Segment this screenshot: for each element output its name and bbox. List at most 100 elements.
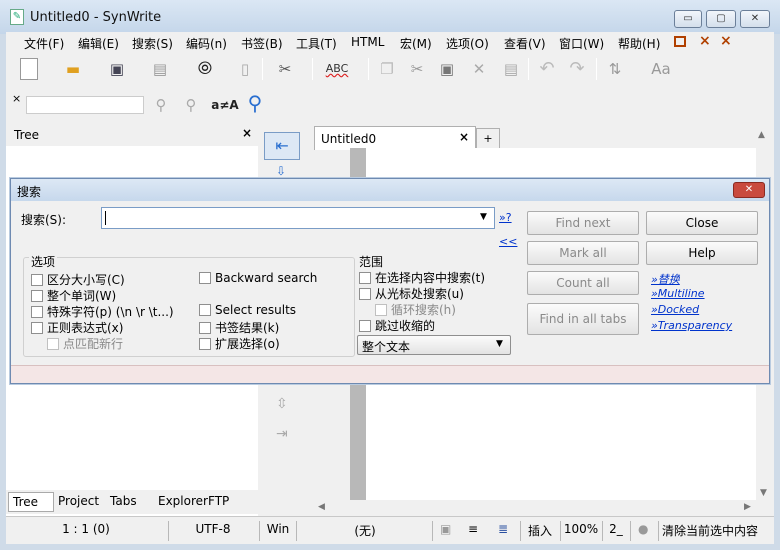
menu-file[interactable]: 文件(F) bbox=[24, 35, 64, 52]
status-encoding[interactable]: UTF-8 bbox=[178, 522, 248, 536]
lock-icon[interactable]: ▣ bbox=[440, 522, 451, 536]
menu-macros[interactable]: 宏(M) bbox=[400, 35, 432, 52]
spellcheck-icon[interactable]: ABC bbox=[320, 58, 354, 80]
menu-options[interactable]: 选项(O) bbox=[446, 35, 489, 52]
menu-encoding[interactable]: 编码(n) bbox=[186, 35, 227, 52]
find-prev-icon[interactable]: ⚲ bbox=[180, 94, 202, 116]
undo-icon[interactable]: ↶ bbox=[536, 58, 558, 80]
menu-help[interactable]: 帮助(H) bbox=[618, 35, 660, 52]
close-doc-icon[interactable]: × bbox=[699, 33, 711, 49]
bookmark-results-checkbox[interactable]: 书签结果(k) bbox=[199, 319, 279, 336]
select-results-checkbox[interactable]: Select results bbox=[199, 303, 296, 317]
extend-selection-checkbox[interactable]: 扩展选择(o) bbox=[199, 335, 280, 352]
editor-tab[interactable]: Untitled0 × bbox=[314, 126, 476, 150]
count-all-button[interactable]: Count all bbox=[527, 271, 639, 295]
side-panel-toggle-icon[interactable]: ⇤ bbox=[264, 132, 300, 160]
wrap-search-checkbox[interactable]: 循环搜索(h) bbox=[375, 301, 456, 318]
select-all-icon[interactable]: ▤ bbox=[500, 58, 522, 80]
open-folder-icon[interactable]: ▬ bbox=[62, 58, 84, 80]
close-button[interactable]: Close bbox=[646, 211, 758, 235]
status-separator bbox=[168, 521, 169, 541]
copy-icon[interactable]: ❐ bbox=[376, 58, 398, 80]
paste-icon[interactable]: ▣ bbox=[436, 58, 458, 80]
status-syntax[interactable]: (无) bbox=[302, 522, 428, 539]
menu-tools[interactable]: 工具(T) bbox=[296, 35, 337, 52]
tab-tree[interactable]: Tree bbox=[8, 492, 54, 512]
find-next-button[interactable]: Find next bbox=[527, 211, 639, 235]
redo-icon[interactable]: ↷ bbox=[566, 58, 588, 80]
quick-search-input[interactable] bbox=[26, 96, 144, 114]
tab-project[interactable]: Project bbox=[58, 494, 99, 508]
minimize-button[interactable]: ▭ bbox=[674, 10, 702, 28]
search-combo[interactable]: ▼ bbox=[101, 207, 495, 229]
tab-explorer[interactable]: Explorer bbox=[158, 494, 208, 508]
menu-bookmarks[interactable]: 书签(B) bbox=[241, 35, 283, 52]
skip-collapsed-checkbox[interactable]: 跳过收缩的 bbox=[359, 317, 435, 334]
tree-panel-close-icon[interactable]: × bbox=[242, 126, 252, 140]
indent-icon[interactable]: ⇥ bbox=[276, 426, 288, 442]
backward-search-checkbox[interactable]: Backward search bbox=[199, 271, 317, 285]
special-chars-checkbox[interactable]: 特殊字符(p) (\n \r \t...) bbox=[31, 303, 174, 320]
help-button[interactable]: Help bbox=[646, 241, 758, 265]
menu-search[interactable]: 搜索(S) bbox=[132, 35, 173, 52]
toolbar: ▬ ▣ ▤ ⦾ ▯ ✂ ABC ❐ ✂ ▣ ✕ ▤ ↶ ↷ ⇅ Aa × ⚲ ⚲… bbox=[6, 54, 774, 124]
scroll-right-icon[interactable]: ▶ bbox=[744, 502, 751, 512]
search-combo-arrow-icon[interactable]: ▼ bbox=[480, 212, 487, 222]
maximize-button[interactable]: ▢ bbox=[706, 10, 736, 28]
docked-link[interactable]: »Docked bbox=[651, 303, 699, 316]
match-case-icon[interactable]: a≠A bbox=[210, 94, 240, 116]
search-icon[interactable]: ⚲ bbox=[244, 92, 266, 114]
new-file-icon[interactable] bbox=[20, 58, 38, 80]
tab-ftp[interactable]: FTP bbox=[208, 494, 229, 508]
status-zoom[interactable]: 100% bbox=[562, 522, 600, 536]
menu-edit[interactable]: 编辑(E) bbox=[78, 35, 119, 52]
scope-select-value: 整个文本 bbox=[362, 340, 411, 354]
binoculars-icon[interactable]: ⦾ bbox=[194, 58, 216, 80]
scroll-down-icon[interactable]: ▼ bbox=[760, 488, 767, 498]
transparency-link[interactable]: »Transparency bbox=[651, 319, 732, 332]
multiline-link[interactable]: »Multiline bbox=[651, 287, 705, 300]
whole-word-checkbox[interactable]: 整个单词(W) bbox=[31, 287, 116, 304]
close-search-bar-icon[interactable]: × bbox=[12, 92, 21, 105]
restore-doc-icon[interactable] bbox=[674, 36, 686, 47]
regex-help-link[interactable]: »? bbox=[499, 211, 512, 224]
delete-icon[interactable]: ✕ bbox=[468, 58, 490, 80]
tab-tabs[interactable]: Tabs bbox=[110, 494, 137, 508]
align-icon[interactable]: ⇳ bbox=[276, 396, 288, 412]
menu-view[interactable]: 查看(V) bbox=[504, 35, 546, 52]
cut-icon[interactable]: ✂ bbox=[406, 58, 428, 80]
move-down-icon[interactable]: ⇩ bbox=[276, 164, 286, 178]
menu-window[interactable]: 窗口(W) bbox=[559, 35, 604, 52]
sort-icon[interactable]: ⇅ bbox=[604, 58, 626, 80]
collapse-link[interactable]: << bbox=[499, 235, 517, 248]
find-next-icon[interactable]: ⚲ bbox=[150, 94, 172, 116]
search-in-selection-checkbox[interactable]: 在选择内容中搜索(t) bbox=[359, 269, 485, 286]
status-lineend[interactable]: Win bbox=[262, 522, 294, 536]
menu-html[interactable]: HTML bbox=[351, 35, 384, 49]
scope-title: 范围 bbox=[357, 253, 386, 270]
regex-checkbox[interactable]: 正则表达式(x) bbox=[31, 319, 123, 336]
editor-tab-close-icon[interactable]: × bbox=[459, 130, 469, 144]
mark-all-button[interactable]: Mark all bbox=[527, 241, 639, 265]
close-all-docs-icon[interactable]: × bbox=[720, 33, 732, 49]
print-preview-icon[interactable]: ▯ bbox=[234, 58, 256, 80]
scope-select[interactable]: 整个文本 ▼ bbox=[357, 335, 511, 355]
save-icon[interactable]: ▣ bbox=[106, 58, 128, 80]
from-cursor-checkbox[interactable]: 从光标处搜索(u) bbox=[359, 285, 464, 302]
toolbar-separator bbox=[596, 58, 597, 80]
dialog-close-icon[interactable]: ✕ bbox=[733, 182, 765, 198]
replace-link[interactable]: »替换 bbox=[651, 271, 680, 287]
line-numbers-icon[interactable]: ≣ bbox=[498, 522, 508, 536]
wrap-icon[interactable]: ≡ bbox=[468, 522, 478, 536]
status-insert-mode[interactable]: 插入 bbox=[524, 522, 556, 539]
match-case-checkbox[interactable]: 区分大小写(C) bbox=[31, 271, 125, 288]
scroll-left-icon[interactable]: ◀ bbox=[318, 502, 325, 512]
tools-icon[interactable]: ✂ bbox=[274, 58, 296, 80]
text-case-icon[interactable]: Aa bbox=[646, 58, 676, 80]
scroll-up-icon[interactable]: ▲ bbox=[758, 130, 765, 140]
close-window-button[interactable]: ✕ bbox=[740, 10, 770, 28]
print-icon[interactable]: ▤ bbox=[149, 58, 171, 80]
find-in-all-tabs-button[interactable]: Find in all tabs bbox=[527, 303, 639, 335]
dot-matches-newline-checkbox[interactable]: 点匹配新行 bbox=[47, 335, 123, 352]
add-tab-button[interactable]: + bbox=[476, 128, 500, 150]
